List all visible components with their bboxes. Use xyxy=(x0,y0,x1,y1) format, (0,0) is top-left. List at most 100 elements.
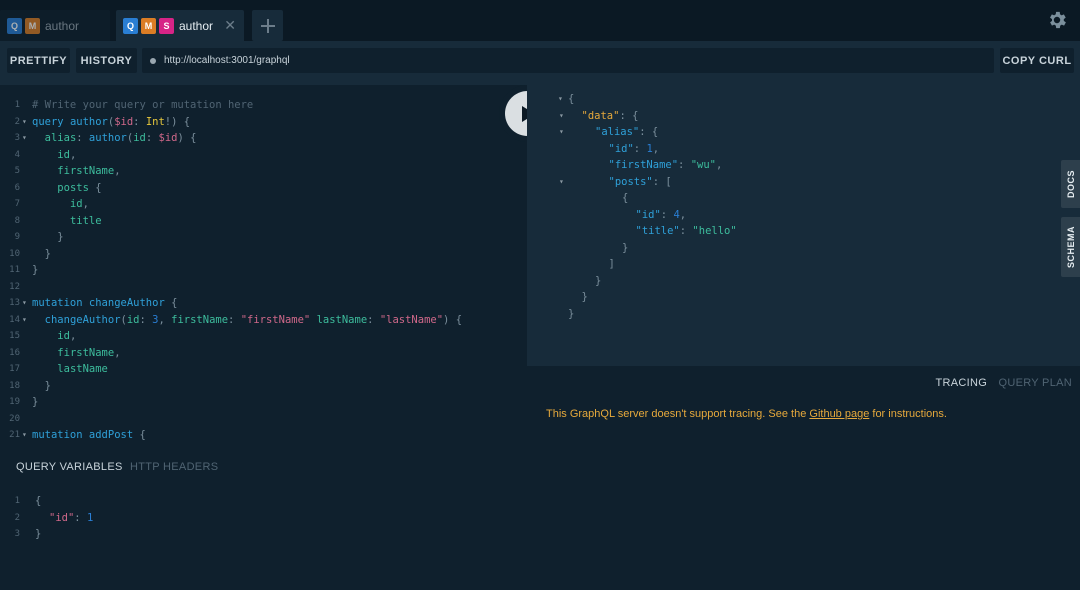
gear-icon[interactable] xyxy=(1046,9,1068,31)
code-line: 11} xyxy=(0,262,527,278)
tab-label: author xyxy=(179,18,214,33)
code-line: 7 id, xyxy=(0,196,527,212)
line-number: 8 xyxy=(14,215,20,226)
result-line: "posts": [ xyxy=(608,175,672,188)
code-text: title xyxy=(69,214,102,227)
subscription-badge: S xyxy=(159,17,174,34)
line-number: 1 xyxy=(14,100,20,110)
code-line: 17 lastName xyxy=(0,361,527,377)
tracing-message: This GraphQL server doesn't support trac… xyxy=(546,408,947,420)
code-line: 20 xyxy=(0,411,527,427)
code-text: } xyxy=(44,247,51,260)
line-number: 10 xyxy=(9,248,20,259)
code-line: 19} xyxy=(0,394,527,410)
query-badge: Q xyxy=(7,17,22,34)
line-number: 15 xyxy=(9,331,20,341)
line-number: 20 xyxy=(9,413,20,424)
variables-line: 2 "id": 1 xyxy=(0,510,527,526)
schema-tab[interactable]: SCHEMA xyxy=(1061,217,1080,277)
code-line: 18 } xyxy=(0,378,527,394)
result-line: "firstName": "wu", xyxy=(608,159,723,171)
code-text: posts { xyxy=(57,181,102,194)
line-number: 7 xyxy=(14,199,20,209)
fold-arrow-icon[interactable]: ▾ xyxy=(558,91,563,107)
editor-top-strip xyxy=(0,80,527,85)
line-number: 16 xyxy=(9,347,20,358)
schema-tab-label: SCHEMA xyxy=(1065,225,1076,269)
code-line: 14 ▾ changeAuthor(id: 3, firstName: "firs… xyxy=(0,312,527,328)
code-text: } xyxy=(32,264,39,276)
code-line: 21 ▾ mutation addPost { xyxy=(0,427,527,443)
result-line: "id": 4, xyxy=(635,208,687,221)
result-line: "title": "hello" xyxy=(635,225,737,237)
github-page-link[interactable]: Github page xyxy=(809,408,869,420)
tab-bar: Q M author Q M S author ✕ xyxy=(0,0,1080,41)
result-line: "data": { xyxy=(581,109,639,122)
code-text: firstName, xyxy=(57,165,121,177)
result-viewer: { ▾ "data": { ▾ "alias": { ▾ "id": 1, "firstNam… xyxy=(527,80,1080,366)
result-line: "id": 1, xyxy=(608,142,660,155)
history-button[interactable]: HISTORY xyxy=(76,48,137,73)
variables-line: 1{ xyxy=(0,493,527,509)
code-line: 2 ▾ query author($id: Int!) { xyxy=(0,114,527,130)
docs-tab[interactable]: DOCS xyxy=(1061,160,1080,208)
code-text: } xyxy=(57,231,64,243)
fold-arrow-icon[interactable]: ▾ xyxy=(22,114,27,130)
tracing-panel: TRACING QUERY PLAN This GraphQL server d… xyxy=(527,366,1080,448)
tab-author-1[interactable]: Q M author xyxy=(0,10,110,41)
fold-arrow-icon[interactable]: ▾ xyxy=(22,130,27,146)
fold-arrow-icon[interactable]: ▾ xyxy=(22,295,27,311)
line-number: 2 xyxy=(14,116,20,127)
code-text: mutation changeAuthor { xyxy=(32,297,178,309)
code-line: 12 xyxy=(0,279,527,295)
line-number: 18 xyxy=(9,380,20,391)
tab-tracing[interactable]: TRACING xyxy=(936,377,988,389)
status-dot-icon xyxy=(150,57,156,64)
code-line: 15 id, xyxy=(0,328,527,344)
variables-editor-area: QUERY VARIABLES HTTP HEADERS 1{2 "id": 13… xyxy=(0,448,527,590)
tab-query-plan[interactable]: QUERY PLAN xyxy=(998,377,1072,389)
code-text: } xyxy=(35,528,42,540)
tab-query-variables[interactable]: QUERY VARIABLES xyxy=(16,461,123,473)
docs-tab-label: DOCS xyxy=(1065,169,1076,199)
code-text: id, xyxy=(57,148,77,161)
fold-arrow-icon[interactable]: ▾ xyxy=(22,427,27,443)
line-number: 2 xyxy=(14,512,20,523)
variables-panel: QUERY VARIABLES HTTP HEADERS 1{2 "id": 13… xyxy=(0,448,1080,590)
code-text: { xyxy=(35,495,42,507)
code-line: 5 firstName, xyxy=(0,163,527,179)
result-line: { xyxy=(622,192,629,204)
endpoint-url-field[interactable]: http://localhost:3001/graphql xyxy=(142,48,994,73)
line-number: 17 xyxy=(9,364,20,374)
variables-editor[interactable]: 1{2 "id": 1 3} xyxy=(0,493,527,553)
code-line: 10 } xyxy=(0,246,527,262)
new-tab-button[interactable] xyxy=(252,10,283,41)
tracing-message-text: This GraphQL server doesn't support trac… xyxy=(546,408,810,420)
code-text: "id": 1 xyxy=(49,511,94,524)
fold-arrow-icon[interactable]: ▾ xyxy=(559,108,564,124)
copy-curl-button[interactable]: COPY CURL xyxy=(1000,48,1074,73)
code-text: firstName, xyxy=(57,346,121,359)
tab-author-2[interactable]: Q M S author ✕ xyxy=(116,10,244,41)
tab-http-headers[interactable]: HTTP HEADERS xyxy=(130,461,218,473)
code-line: 8 title xyxy=(0,213,527,229)
line-number: 4 xyxy=(14,149,20,160)
result-line: ] xyxy=(608,258,615,270)
line-number: 21 xyxy=(9,430,20,440)
result-line: "alias": { xyxy=(595,126,659,138)
mutation-badge: M xyxy=(141,17,156,34)
fold-arrow-icon[interactable]: ▾ xyxy=(559,124,564,140)
line-number: 9 xyxy=(14,232,20,242)
toolbar: PRETTIFY HISTORY http://localhost:3001/g… xyxy=(0,41,1080,80)
fold-arrow-icon[interactable]: ▾ xyxy=(559,174,564,190)
prettify-button[interactable]: PRETTIFY xyxy=(7,48,70,73)
fold-arrow-icon[interactable]: ▾ xyxy=(22,312,27,328)
line-number: 11 xyxy=(9,265,20,275)
result-line: } xyxy=(581,291,588,303)
line-number: 13 xyxy=(9,298,20,308)
close-icon[interactable]: ✕ xyxy=(224,17,236,34)
line-number: 5 xyxy=(14,166,20,176)
code-text: id, xyxy=(57,330,77,342)
query-editor[interactable]: 1 # Write your query or mutation here 2 ▾ qu… xyxy=(0,80,527,448)
code-text: lastName xyxy=(57,363,108,375)
